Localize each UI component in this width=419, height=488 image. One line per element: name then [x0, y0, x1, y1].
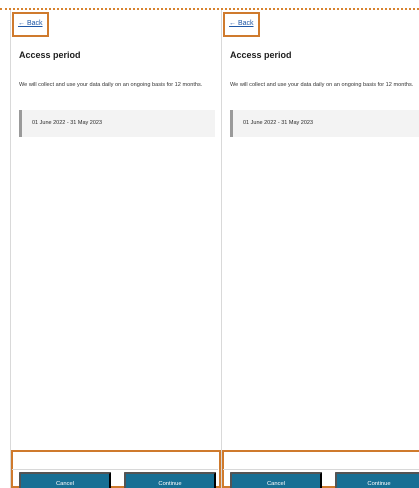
access-period-box: 01 June 2022 - 31 May 2023 [19, 110, 215, 137]
access-period-range: 01 June 2022 - 31 May 2023 [243, 120, 314, 126]
access-period-box: 01 June 2022 - 31 May 2023 [230, 110, 419, 137]
cancel-button[interactable]: Cancel [19, 472, 111, 488]
access-period-description: We will collect and use your data daily … [230, 82, 414, 88]
continue-button[interactable]: Continue [124, 472, 216, 488]
access-period-range: 01 June 2022 - 31 May 2023 [32, 120, 103, 126]
footer-divider [12, 469, 218, 470]
back-link[interactable]: ← Back [229, 20, 254, 28]
page-title: Access period [230, 50, 292, 60]
access-period-panel-right: ← Back Access period We will collect and… [222, 11, 419, 488]
continue-button[interactable]: Continue [335, 472, 419, 488]
page-title: Access period [19, 50, 81, 60]
comparison-canvas: ← Back Access period We will collect and… [0, 0, 419, 488]
back-link[interactable]: ← Back [18, 20, 43, 28]
access-period-panel-left: ← Back Access period We will collect and… [11, 11, 221, 488]
top-dotted-border [0, 8, 419, 10]
footer-divider [223, 469, 419, 470]
access-period-description: We will collect and use your data daily … [19, 82, 203, 88]
cancel-button[interactable]: Cancel [230, 472, 322, 488]
